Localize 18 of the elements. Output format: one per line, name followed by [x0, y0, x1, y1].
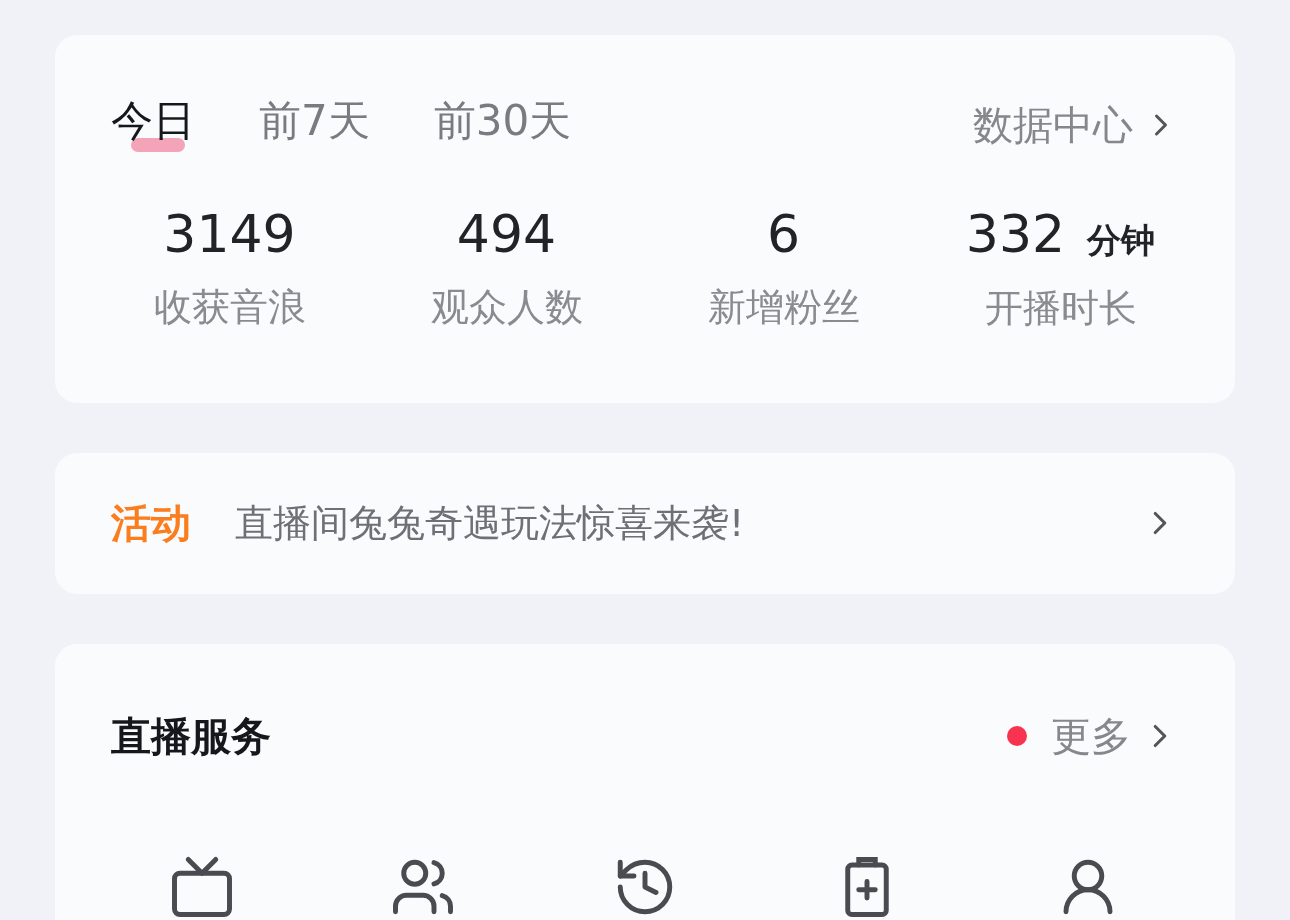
stat-value: 3149 — [163, 203, 296, 266]
range-tab[interactable]: 前7天 — [259, 95, 370, 155]
more-link[interactable]: 更多 — [1007, 706, 1179, 766]
stat-label: 开播时长 — [984, 285, 1137, 332]
stat-value: 494 — [456, 203, 557, 266]
data-center-link[interactable]: 数据中心 — [973, 95, 1179, 155]
section-title: 直播服务 — [111, 712, 271, 761]
activity-tag: 活动 — [111, 493, 191, 554]
activity-banner[interactable]: 活动 直播间兔兔奇遇玩法惊喜来袭! — [55, 452, 1235, 594]
range-tab[interactable]: 今日 — [111, 95, 195, 155]
stat-label: 观众人数 — [430, 284, 583, 332]
stat-label: 新增粉丝 — [707, 284, 860, 332]
stat-unit: 分钟 — [1087, 219, 1156, 262]
range-tab[interactable]: 前30天 — [433, 95, 572, 155]
activity-text: 直播间兔兔奇遇玩法惊喜来袭! — [235, 499, 745, 547]
stat-label: 收获音浪 — [153, 284, 306, 332]
stat-value: 6 — [766, 203, 801, 266]
stat-value: 332 — [965, 203, 1066, 266]
